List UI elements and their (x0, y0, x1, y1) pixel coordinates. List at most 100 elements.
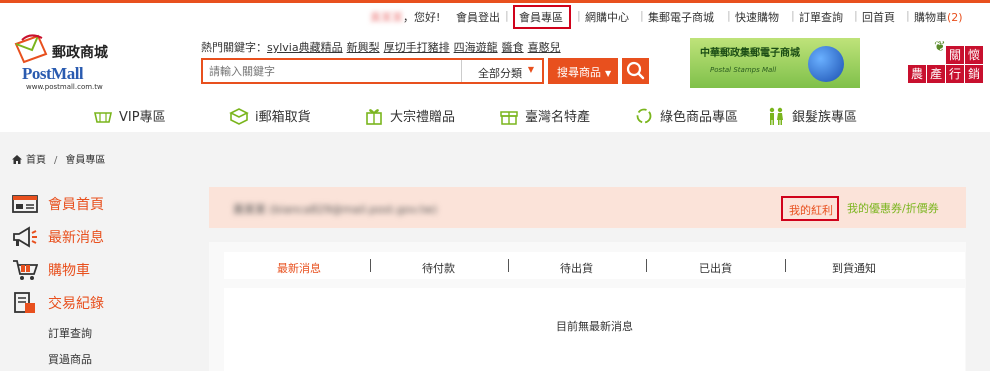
tab-divider (646, 259, 647, 272)
globe-icon (808, 46, 844, 82)
box-icon (229, 107, 249, 125)
message-box: 目前無最新消息 (224, 288, 965, 371)
sidebar-item-label: 最新消息 (48, 230, 104, 246)
top-nav: 黃某某，您好! 會員登出 | 會員專區 | 網購中心 | 集郵電子商城 | 快速… (0, 3, 990, 29)
sidebar-sub-order-query[interactable]: 訂單查詢 (48, 325, 92, 341)
search-icon-button[interactable] (622, 58, 649, 84)
elderly-couple-icon (769, 107, 783, 125)
tab-pending-shipment[interactable]: 待出貨 (560, 260, 593, 276)
divider: | (727, 9, 731, 22)
sidebar-item-label: 購物車 (48, 263, 90, 279)
sidebar-item-cart[interactable]: 購物車 (12, 259, 90, 281)
my-bonus-link[interactable]: 我的紅利 (781, 196, 839, 221)
category-nav: VIP專區 i郵箱取貨 大宗禮贈品 臺灣名特產 綠色商品專區 銀髮族專區 (0, 98, 990, 132)
hot-keyword-link[interactable]: 醬食 (502, 41, 524, 54)
tab-pending-payment[interactable]: 待付款 (422, 260, 455, 276)
tab-shipped[interactable]: 已出貨 (699, 260, 732, 276)
tab-divider (508, 259, 509, 272)
category-label: i郵箱取貨 (255, 110, 311, 125)
logout-link[interactable]: 會員登出 (456, 9, 500, 25)
hot-keywords: 熱門關鍵字：sylvia典藏精品 新興梨 厚切手打豬排 四海遊龍 醬食 喜憨兒 (201, 39, 565, 55)
sidebar-item-label: 交易紀錄 (48, 296, 104, 312)
divider: | (906, 9, 910, 22)
category-taiwan-specialties[interactable]: 臺灣名特產 (499, 106, 590, 125)
breadcrumb-home[interactable]: 首頁 (26, 155, 46, 166)
divider: | (791, 9, 795, 22)
tab-divider (785, 259, 786, 272)
quick-buy-link[interactable]: 快速購物 (735, 9, 779, 25)
user-name: 黃某某 (370, 11, 403, 24)
category-imailbox[interactable]: i郵箱取貨 (229, 106, 311, 125)
sidebar-sub-purchased[interactable]: 買過商品 (48, 351, 92, 367)
megaphone-icon (13, 226, 37, 248)
caret-down-icon: ▼ (605, 69, 612, 78)
member-info-panel: 黃某某 (bianca829@mail.post.gov.tw) 我的紅利 我的… (209, 187, 966, 228)
hot-keyword-link[interactable]: 新興梨 (347, 41, 380, 54)
tab-arrival-notice[interactable]: 到貨通知 (832, 260, 876, 276)
tab-latest-news[interactable]: 最新消息 (277, 260, 321, 276)
divider: | (577, 9, 581, 22)
search-products-button[interactable]: 搜尋商品 ▼ (548, 58, 618, 84)
empty-message: 目前無最新消息 (556, 320, 633, 333)
logo-name-cn: 郵政商城 (52, 45, 108, 61)
home-icon (12, 155, 22, 164)
category-select-value: 全部分類 (478, 67, 522, 80)
sprout-icon: ❦ (934, 39, 946, 55)
tab-divider (370, 259, 371, 272)
category-select[interactable]: 全部分類 ▼ (461, 60, 542, 82)
category-bulk-gifts[interactable]: 大宗禮贈品 (364, 106, 455, 125)
sidebar-item-transactions[interactable]: 交易紀錄 (12, 292, 104, 314)
category-label: 臺灣名特產 (525, 110, 591, 125)
member-card-icon (12, 195, 38, 213)
greeting: 黃某某，您好! (370, 9, 440, 25)
my-coupons-link[interactable]: 我的優惠券/折價券 (847, 200, 939, 216)
divider: | (505, 9, 509, 22)
divider: | (854, 9, 858, 22)
care-char: 關 (946, 46, 964, 64)
cart-link-label: 購物車 (914, 11, 947, 24)
orders-panel: 最新消息 待付款 待出貨 已出貨 到貨通知 目前無最新消息 (209, 242, 966, 371)
search-icon (626, 61, 645, 80)
stamp-mall-link[interactable]: 集郵電子商城 (648, 9, 714, 25)
order-query-link[interactable]: 訂單查詢 (799, 9, 843, 25)
breadcrumb: 首頁 / 會員專區 (12, 151, 105, 166)
banner-subtitle: Postal Stamps Mall (710, 66, 777, 74)
hot-keyword-link[interactable]: 厚切手打豬排 (384, 41, 450, 54)
shopping-cart-icon (13, 260, 38, 280)
hot-keyword-link[interactable]: 喜憨兒 (528, 41, 561, 54)
shopping-center-link[interactable]: 網購中心 (585, 9, 629, 25)
category-senior[interactable]: 銀髮族專區 (766, 106, 857, 125)
logo-name-en: PostMall (22, 64, 84, 83)
stamp-mall-banner[interactable]: 中華郵政集郵電子商城 Postal Stamps Mall (690, 38, 860, 88)
breadcrumb-separator: / (54, 155, 58, 166)
postmall-logo[interactable]: 郵政商城 PostMall www.postmall.com.tw (12, 32, 122, 94)
category-label: 大宗禮贈品 (390, 110, 456, 125)
category-vip[interactable]: VIP專區 (93, 106, 166, 125)
member-name-email: 黃某某 (bianca829@mail.post.gov.tw) (233, 203, 438, 216)
hot-keyword-link[interactable]: 四海遊龍 (454, 41, 498, 54)
logo-url: www.postmall.com.tw (26, 83, 103, 91)
breadcrumb-current: 會員專區 (65, 155, 106, 166)
gift-icon (500, 110, 518, 125)
care-agri-logo[interactable]: ❦ 關 懷 農 產 行 銷 (908, 39, 986, 91)
care-char: 銷 (965, 65, 983, 83)
member-zone-highlight (513, 5, 571, 29)
sidebar-item-news[interactable]: 最新消息 (12, 226, 104, 248)
home-link[interactable]: 回首頁 (862, 9, 895, 25)
category-green-products[interactable]: 綠色商品專區 (634, 106, 738, 125)
cart-link[interactable]: 購物車(2) (914, 9, 963, 25)
category-label: 綠色商品專區 (660, 110, 739, 125)
gift-box-icon (366, 108, 382, 125)
search-input[interactable] (203, 60, 461, 82)
sidebar-item-member-home[interactable]: 會員首頁 (12, 193, 104, 215)
order-tabs: 最新消息 待付款 待出貨 已出貨 到貨通知 (224, 252, 965, 279)
hot-keyword-link[interactable]: sylvia典藏精品 (267, 41, 343, 54)
care-char: 懷 (965, 46, 983, 64)
category-label: 銀髮族專區 (792, 110, 858, 125)
hot-keywords-label: 熱門關鍵字： (201, 41, 267, 54)
search-button-label: 搜尋商品 (557, 66, 601, 79)
sidebar-item-label: 會員首頁 (48, 197, 104, 213)
care-char: 產 (927, 65, 945, 83)
recycle-icon (636, 108, 652, 123)
care-char: 行 (946, 65, 964, 83)
